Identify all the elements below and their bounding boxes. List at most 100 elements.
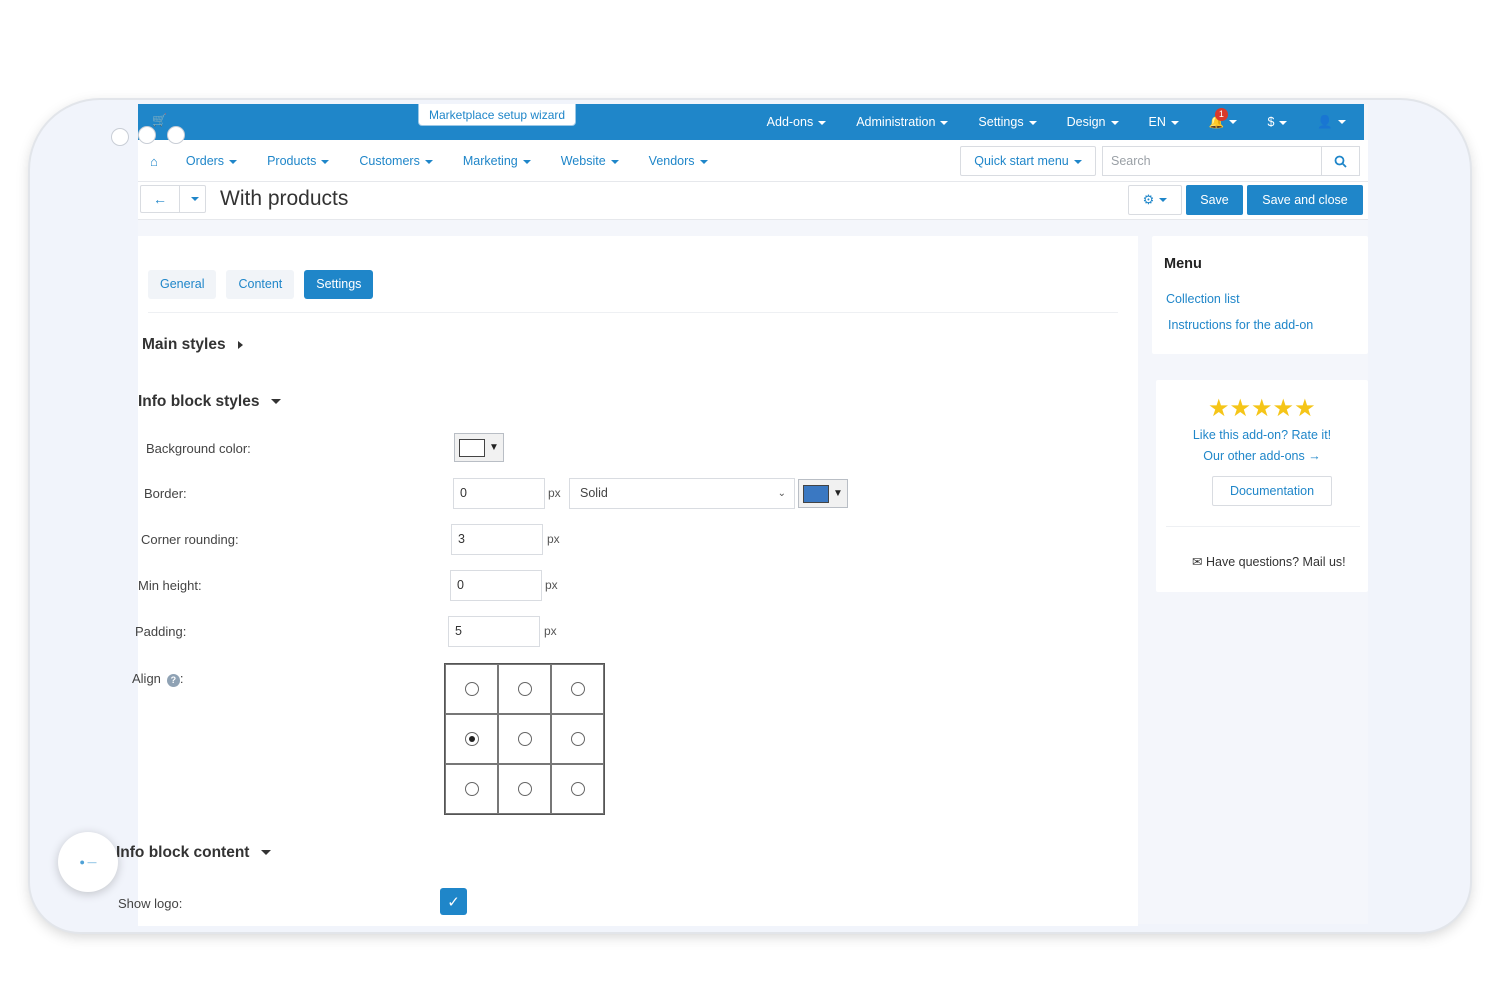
chevron-down-icon (271, 399, 282, 405)
envelope-icon: ✉ (1192, 555, 1203, 569)
back-history-dropdown[interactable] (179, 186, 205, 212)
align-grid (444, 663, 605, 815)
page-title: With products (220, 187, 349, 210)
nav-orders[interactable]: Orders (185, 154, 238, 168)
corner-rounding-input[interactable]: 3 (451, 524, 543, 555)
quick-start-menu-button[interactable]: Quick start menu (960, 146, 1096, 176)
administration-menu[interactable]: Administration (856, 115, 949, 129)
nav-website[interactable]: Website (561, 154, 619, 168)
chevron-down-icon (1028, 120, 1037, 125)
padding-label: Padding: (135, 624, 187, 639)
design-menu[interactable]: Design (1067, 115, 1119, 129)
star-icon: ★ (1251, 395, 1273, 422)
window-dot (111, 128, 129, 146)
chat-icon: ● — (79, 857, 97, 867)
other-addons-link[interactable]: Our other add-ons → (1156, 449, 1368, 463)
back-arrow-icon[interactable]: ← (141, 186, 179, 212)
tab-settings[interactable]: Settings (304, 270, 374, 299)
user-menu[interactable]: 👤 (1317, 115, 1346, 130)
cart-icon[interactable]: 🛒 (152, 113, 167, 127)
align-cell-middle-left[interactable] (445, 714, 498, 764)
addons-menu[interactable]: Add-ons (767, 115, 827, 129)
main-styles-toggle[interactable]: Main styles (142, 336, 243, 354)
nav-customers[interactable]: Customers (359, 154, 433, 168)
chevron-down-icon (321, 159, 330, 164)
nav-vendors-label: Vendors (648, 154, 695, 168)
floating-chat-button[interactable]: ● — (58, 832, 118, 892)
help-icon[interactable]: ? (166, 674, 180, 687)
search-button[interactable] (1321, 147, 1359, 175)
rating-stars[interactable]: ★★★★★ (1208, 394, 1316, 423)
dropdown-arrow-icon: ▼ (833, 488, 843, 499)
window-dot (167, 126, 185, 144)
tab-bar: General Content Settings (148, 270, 383, 299)
align-cell-bottom-left[interactable] (445, 764, 498, 814)
rate-addon-link[interactable]: Like this add-on? Rate it! (1156, 428, 1368, 442)
setup-wizard-button[interactable]: Marketplace setup wizard (418, 104, 577, 126)
checkmark-icon: ✓ (447, 893, 460, 911)
chevron-down-icon (1159, 198, 1168, 202)
align-cell-bottom-center[interactable] (498, 764, 551, 814)
chevron-down-icon (261, 850, 272, 856)
currency-menu[interactable]: $ (1267, 115, 1288, 129)
padding-input[interactable]: 5 (448, 616, 540, 647)
border-color-picker[interactable]: ▼ (798, 479, 848, 508)
show-logo-checkbox[interactable]: ✓ (440, 888, 467, 915)
align-radio (464, 682, 479, 696)
tab-general[interactable]: General (148, 270, 217, 299)
align-cell-bottom-right[interactable] (551, 764, 604, 814)
nav-products[interactable]: Products (267, 154, 330, 168)
info-block-styles-label: Info block styles (138, 393, 260, 410)
home-icon[interactable]: ⌂ (150, 154, 158, 169)
notifications-menu[interactable]: 🔔 1 (1209, 107, 1238, 130)
settings-menu[interactable]: Settings (978, 115, 1037, 129)
collection-list-link[interactable]: Collection list (1166, 292, 1240, 306)
dropdown-arrow-icon: ▼ (489, 442, 499, 453)
chevron-right-icon (237, 340, 243, 349)
align-cell-top-center[interactable] (498, 664, 551, 714)
chevron-down-icon (1338, 120, 1346, 125)
mail-us-link[interactable]: ✉ Have questions? Mail us! (1192, 554, 1346, 569)
chevron-down-icon (699, 159, 708, 164)
corner-rounding-label: Corner rounding: (141, 532, 239, 547)
search-input[interactable] (1103, 147, 1321, 175)
gear-icon: ⚙ (1142, 192, 1155, 207)
border-style-select[interactable]: Solid ⌄ (569, 478, 795, 509)
border-width-input[interactable]: 0 (453, 478, 545, 509)
align-cell-middle-center[interactable] (498, 714, 551, 764)
info-block-styles-toggle[interactable]: Info block styles (138, 393, 282, 411)
align-radio (570, 732, 585, 746)
border-color-swatch (803, 484, 829, 503)
admin-screen: 🛒 Marketplace setup wizard Add-ons Admin… (116, 104, 1368, 926)
tab-content[interactable]: Content (226, 270, 295, 299)
star-icon: ★ (1272, 395, 1295, 422)
min-height-input[interactable]: 0 (450, 570, 542, 601)
align-label-text: Align (132, 671, 161, 686)
language-menu[interactable]: EN (1149, 115, 1179, 129)
nav-orders-label: Orders (185, 154, 225, 168)
nav-customers-label: Customers (359, 154, 420, 168)
chevron-down-icon (1073, 159, 1082, 164)
chevron-down-icon (229, 159, 238, 164)
nav-website-label: Website (560, 154, 606, 168)
nav-marketing[interactable]: Marketing (463, 154, 531, 168)
background-color-picker[interactable]: ▼ (454, 433, 504, 462)
save-button[interactable]: Save (1186, 185, 1243, 215)
tablet-frame: 🛒 Marketplace setup wizard Add-ons Admin… (30, 100, 1470, 932)
align-cell-middle-right[interactable] (551, 714, 604, 764)
main-menu-bar: ⌂ Orders Products Customers Marketing We… (138, 140, 1368, 182)
border-unit: px (548, 486, 561, 500)
instructions-link[interactable]: Instructions for the add-on (1168, 318, 1313, 332)
gear-menu-button[interactable]: ⚙ (1128, 185, 1182, 215)
align-radio-selected (464, 732, 479, 746)
align-cell-top-right[interactable] (551, 664, 604, 714)
align-cell-top-left[interactable] (445, 664, 498, 714)
main-styles-label: Main styles (142, 336, 226, 353)
save-and-close-button[interactable]: Save and close (1247, 185, 1363, 215)
nav-vendors[interactable]: Vendors (649, 154, 708, 168)
documentation-button[interactable]: Documentation (1212, 476, 1332, 506)
chevron-down-icon: ⌄ (777, 488, 786, 499)
info-block-content-toggle[interactable]: Info block content (116, 844, 272, 862)
user-icon: 👤 (1317, 114, 1333, 129)
title-bar: ← With products ⚙ Save Save and close (138, 182, 1368, 220)
